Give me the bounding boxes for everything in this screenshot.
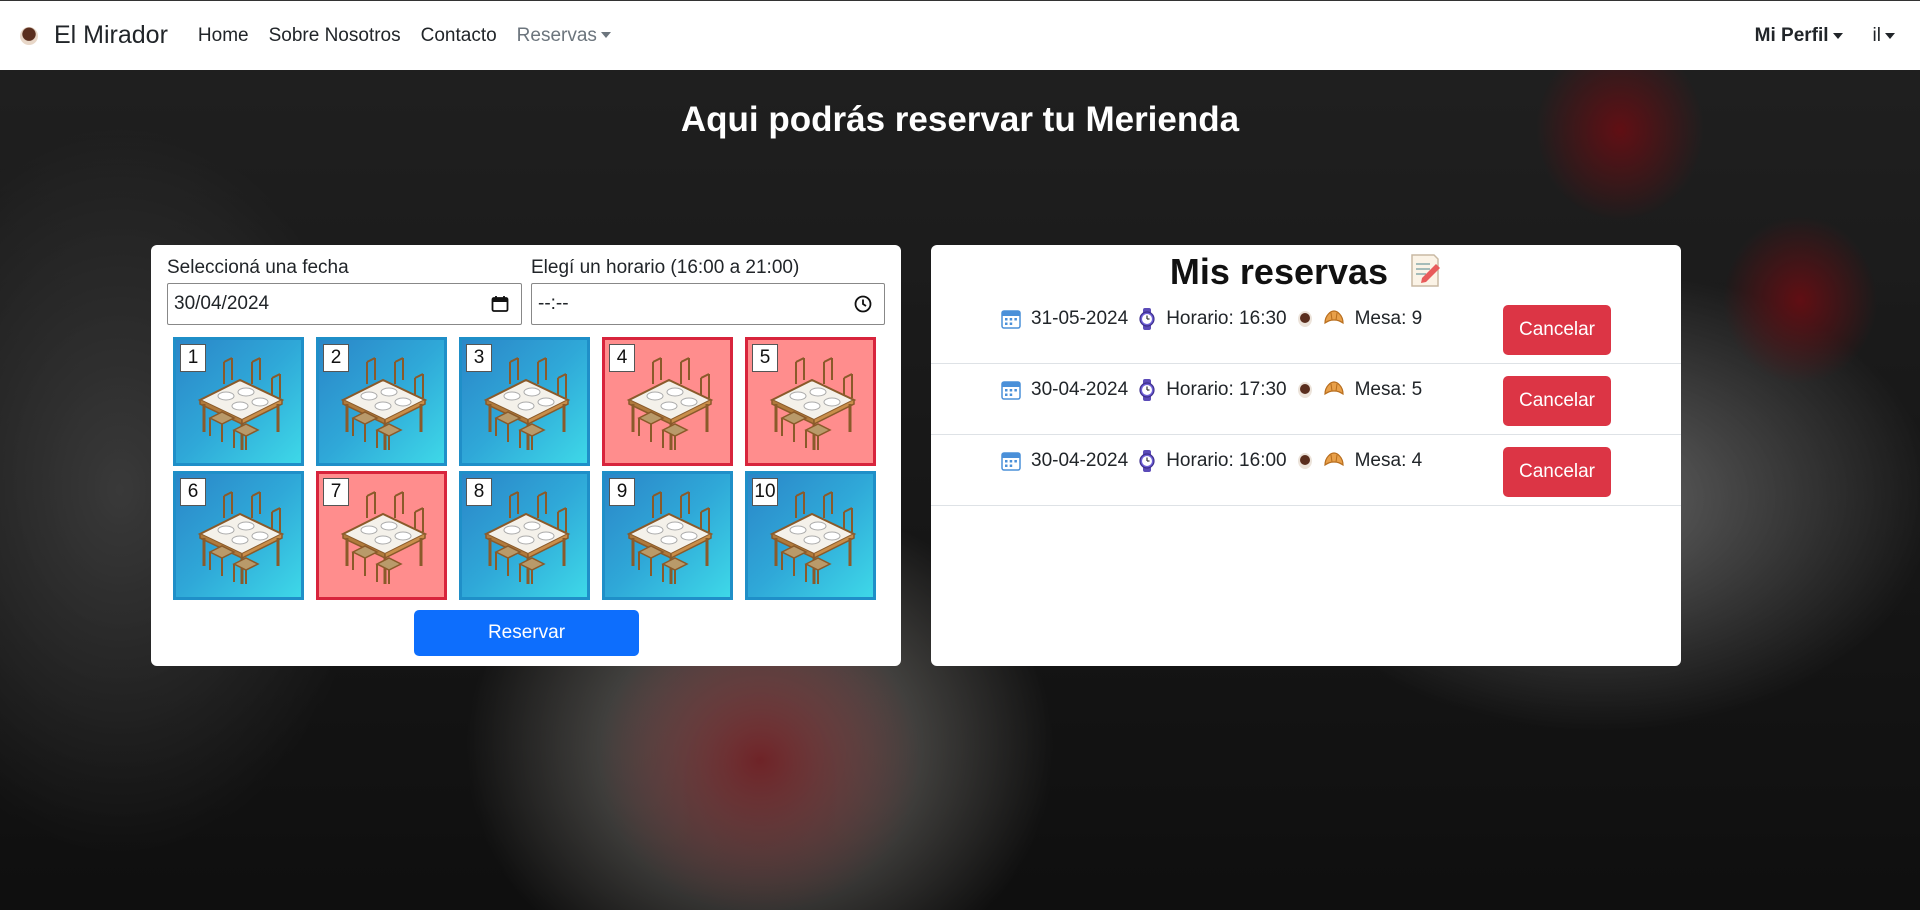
coffee-cup-icon [1297, 311, 1312, 327]
reservation-row: 30-04-2024 Horario: 16:00 Mesa: 4 Cancel… [931, 434, 1681, 506]
table-tile[interactable]: 6 [173, 471, 304, 600]
table-tile[interactable]: 3 [459, 337, 590, 466]
chevron-down-icon [1885, 32, 1895, 39]
profile-dropdown[interactable]: Mi Perfil [1755, 25, 1843, 47]
nav-contact[interactable]: Contacto [421, 25, 497, 47]
chevron-down-icon [1832, 32, 1843, 39]
brand-name: El Mirador [54, 21, 168, 49]
watch-icon [1139, 379, 1155, 401]
cancel-reservation-button[interactable]: Cancelar [1503, 376, 1611, 426]
hero-background: Aqui podrás reservar tu Merienda Selecci… [0, 70, 1920, 910]
reservations-title-text: Mis reservas [1169, 251, 1389, 292]
croissant-icon [1324, 452, 1344, 467]
cancel-reservation-button[interactable]: Cancelar [1503, 305, 1611, 355]
reservation-table: Mesa: 9 [1354, 308, 1423, 329]
my-reservations-card: Mis reservas 31-05-2024 Horario: 16:30 M… [931, 245, 1681, 666]
profile-label: Mi Perfil [1754, 25, 1829, 46]
nav-about[interactable]: Sobre Nosotros [269, 25, 401, 47]
reservation-time: Horario: 16:00 [1166, 450, 1287, 471]
time-input[interactable]: --:-- [531, 283, 885, 325]
dining-table-icon [770, 490, 856, 585]
reservation-row: 31-05-2024 Horario: 16:30 Mesa: 9 Cancel… [931, 292, 1681, 364]
dining-table-icon [484, 490, 570, 585]
dining-table-icon [627, 490, 713, 585]
watch-icon [1139, 450, 1155, 472]
nav-reservas-label: Reservas [516, 24, 597, 46]
croissant-icon [1324, 310, 1344, 325]
date-label: Seleccioná una fecha [167, 257, 349, 278]
table-tile[interactable]: 8 [459, 471, 590, 600]
cancel-reservation-button[interactable]: Cancelar [1503, 447, 1611, 497]
calendar-icon [1001, 381, 1021, 400]
dining-table-icon [341, 356, 427, 451]
dining-table-icon [770, 356, 856, 451]
reserve-button[interactable]: Reservar [414, 610, 639, 656]
reservation-table: Mesa: 4 [1354, 450, 1423, 471]
dining-table-icon [627, 356, 713, 451]
brand[interactable]: El Mirador [20, 21, 168, 50]
user-dropdown[interactable]: il [1873, 25, 1895, 47]
time-value: --:-- [538, 293, 569, 314]
reservation-date: 30-04-2024 [1031, 379, 1129, 400]
time-label: Elegí un horario (16:00 a 21:00) [531, 257, 800, 278]
table-tile[interactable]: 10 [745, 471, 876, 600]
navbar: El Mirador Home Sobre Nosotros Contacto … [0, 0, 1920, 70]
reservation-info: 31-05-2024 Horario: 16:30 Mesa: 9 [1001, 308, 1432, 330]
nav-reservas-dropdown[interactable]: Reservas [517, 25, 611, 47]
calendar-icon [1001, 452, 1021, 471]
calendar-icon [1001, 310, 1021, 329]
dining-table-icon [484, 356, 570, 451]
coffee-cup-icon [1297, 453, 1312, 469]
reservation-info: 30-04-2024 Horario: 16:00 Mesa: 4 [1001, 450, 1432, 472]
reservation-info: 30-04-2024 Horario: 17:30 Mesa: 5 [1001, 379, 1432, 401]
croissant-icon [1324, 381, 1344, 396]
date-value: 30/04/2024 [174, 293, 270, 314]
table-tile[interactable]: 7 [316, 471, 447, 600]
nav-links: Home Sobre Nosotros Contacto Reservas [198, 25, 631, 47]
coffee-cup-icon [1297, 382, 1312, 398]
dining-table-icon [198, 490, 284, 585]
clock-icon[interactable] [854, 295, 872, 313]
reservations-title: Mis reservas [931, 251, 1681, 293]
dining-table-icon [198, 356, 284, 451]
reservation-row: 30-04-2024 Horario: 17:30 Mesa: 5 Cancel… [931, 363, 1681, 435]
reservation-time: Horario: 17:30 [1166, 379, 1287, 400]
memo-icon [1411, 254, 1441, 287]
calendar-picker-icon[interactable] [491, 295, 509, 313]
chevron-down-icon [600, 32, 611, 39]
coffee-cup-icon [20, 26, 38, 45]
date-input[interactable]: 30/04/2024 [167, 283, 522, 325]
table-tile[interactable]: 2 [316, 337, 447, 466]
watch-icon [1139, 308, 1155, 330]
nav-home[interactable]: Home [198, 25, 249, 47]
reservation-date: 30-04-2024 [1031, 450, 1129, 471]
table-tile[interactable]: 1 [173, 337, 304, 466]
reservation-time: Horario: 16:30 [1166, 308, 1287, 329]
user-label: il [1872, 25, 1881, 46]
reservation-table: Mesa: 5 [1354, 379, 1423, 400]
table-tile[interactable]: 9 [602, 471, 733, 600]
reservation-form-card: Seleccioná una fecha 30/04/2024 Elegí un… [151, 245, 901, 666]
reservation-date: 31-05-2024 [1031, 308, 1129, 329]
dining-table-icon [341, 490, 427, 585]
user-menu: Mi Perfil il [1755, 1, 1895, 71]
table-tile[interactable]: 5 [745, 337, 876, 466]
table-tile[interactable]: 4 [602, 337, 733, 466]
page-title: Aqui podrás reservar tu Merienda [680, 100, 1240, 139]
